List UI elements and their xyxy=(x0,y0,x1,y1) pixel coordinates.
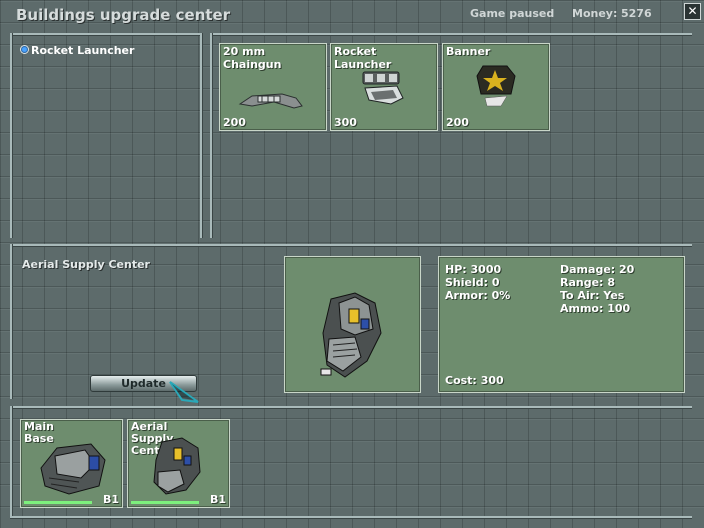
upgrade-card-banner[interactable]: Banner 200 xyxy=(442,43,550,131)
upgrade-cost: 300 xyxy=(334,116,357,129)
stat-hp: HP: 3000 xyxy=(445,263,502,276)
game-status: Game paused xyxy=(470,7,555,20)
main-base-icon xyxy=(40,443,106,495)
selected-building-name: Aerial Supply Center xyxy=(22,258,150,271)
building-preview xyxy=(284,256,421,393)
stat-ammo: Ammo: 100 xyxy=(560,302,631,315)
close-icon[interactable]: ✕ xyxy=(684,3,701,20)
upgrade-list-item-label: Rocket Launcher xyxy=(31,44,135,57)
building-card-aerial-supply-center[interactable]: Aerial Supply Center B1 xyxy=(127,419,230,508)
banner-icon xyxy=(476,65,516,107)
upgrade-name: Rocket Launcher xyxy=(334,45,392,71)
building-group-tag: B1 xyxy=(102,493,119,506)
rocket-launcher-icon xyxy=(362,71,404,105)
middle-divider xyxy=(10,244,692,246)
buildings-panel-border xyxy=(10,406,12,518)
stat-cost: Cost: 300 xyxy=(445,374,504,387)
building-group-tag: B1 xyxy=(209,493,226,506)
building-card-main-base[interactable]: Main Base B1 xyxy=(20,419,123,508)
stat-damage: Damage: 20 xyxy=(560,263,635,276)
upgrade-name: 20 mm Chaingun xyxy=(223,45,282,71)
upgrade-card-rocket-launcher[interactable]: Rocket Launcher 300 xyxy=(330,43,438,131)
stat-armor: Armor: 0% xyxy=(445,289,511,302)
upgrade-name: Banner xyxy=(446,45,491,58)
stat-range: Range: 8 xyxy=(560,276,615,289)
top-left-divider xyxy=(10,33,202,35)
money-label: Money: xyxy=(572,7,618,20)
upgrade-cost: 200 xyxy=(223,116,246,129)
money-value: 5276 xyxy=(621,7,652,20)
bottom-edge xyxy=(10,516,692,518)
left-panel-border-right xyxy=(200,33,202,238)
health-bar xyxy=(131,501,199,504)
upgrade-card-chaingun[interactable]: 20 mm Chaingun 200 xyxy=(219,43,327,131)
top-right-divider xyxy=(210,33,692,35)
stat-to-air: To Air: Yes xyxy=(560,289,625,302)
radio-selected-icon[interactable] xyxy=(20,45,29,54)
cursor-pointer-icon xyxy=(169,381,199,403)
stat-shield: Shield: 0 xyxy=(445,276,500,289)
upgrade-cost: 200 xyxy=(446,116,469,129)
aerial-supply-center-icon xyxy=(320,292,382,378)
health-bar xyxy=(24,501,92,504)
left-panel-border xyxy=(10,33,12,238)
stats-panel: HP: 3000 Shield: 0 Armor: 0% Damage: 20 … xyxy=(438,256,685,393)
upgrades-panel-border xyxy=(210,33,212,238)
details-panel-border xyxy=(10,244,12,399)
chaingun-icon xyxy=(238,93,303,109)
bottom-divider xyxy=(10,406,692,408)
aerial-supply-center-icon xyxy=(153,437,201,495)
window-title: Buildings upgrade center xyxy=(16,6,231,24)
